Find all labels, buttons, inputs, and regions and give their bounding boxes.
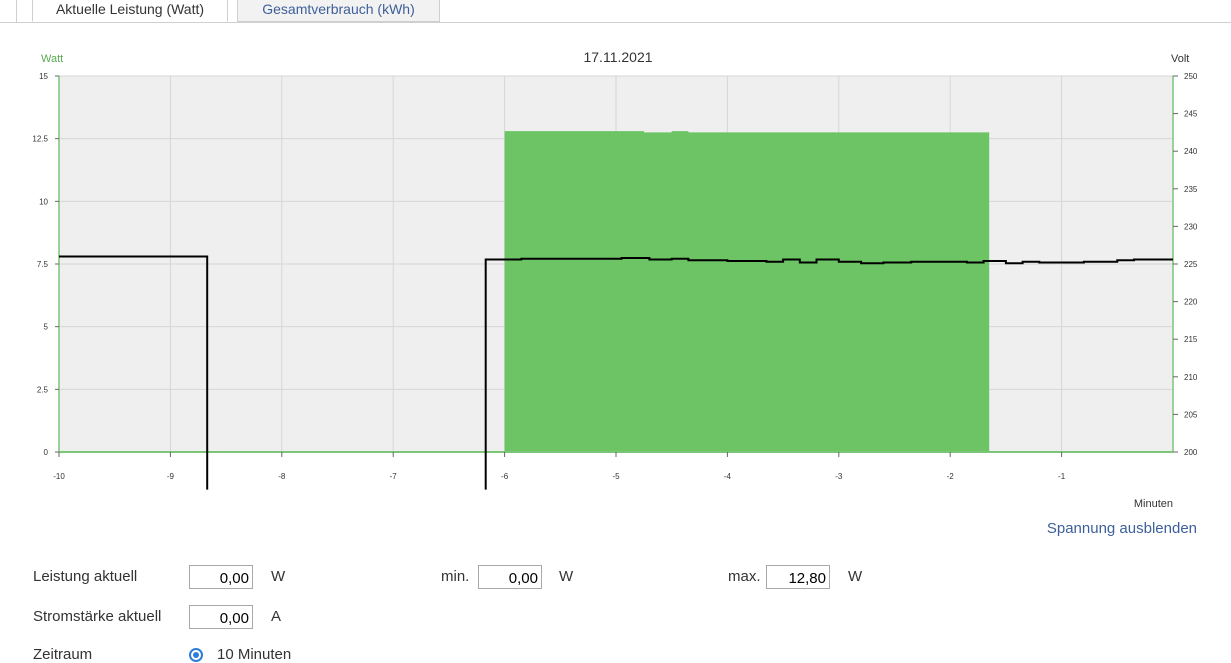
x-axis-tick-label: -9 [167, 472, 175, 481]
left-axis-tick-label: 15 [39, 72, 48, 81]
power-current-field[interactable] [189, 565, 253, 589]
right-axis-tick-label: 215 [1184, 335, 1198, 344]
left-axis-tick-label: 12.5 [32, 135, 48, 144]
right-axis-tick-label: 245 [1184, 110, 1198, 119]
x-axis-tick-label: -7 [390, 472, 398, 481]
left-axis-tick-label: 2.5 [37, 385, 49, 394]
right-axis-tick-label: 210 [1184, 373, 1198, 382]
x-axis-tick-label: -8 [278, 472, 286, 481]
left-axis-label: Watt [41, 53, 63, 65]
current-label: Stromstärke aktuell [33, 608, 162, 625]
power-current-label: Leistung aktuell [33, 568, 138, 585]
x-axis-tick-label: -6 [501, 472, 509, 481]
power-voltage-chart: 0 2.5 5 7.5 10 12.5 15 200 205 210 215 220 225 230 235… [32, 49, 1198, 510]
chart-title: 17.11.2021 [583, 49, 652, 65]
left-axis-tick-label: 0 [44, 448, 49, 457]
period-10min-label: 10 Minuten [217, 646, 292, 663]
right-axis-tick-label: 205 [1184, 410, 1198, 419]
right-axis-tick-label: 235 [1184, 185, 1198, 194]
right-axis-tick-label: 230 [1184, 222, 1198, 231]
power-max-unit: W [848, 568, 863, 585]
right-axis-label: Volt [1171, 53, 1189, 65]
x-axis-tick-label: -10 [53, 472, 65, 481]
x-axis-tick-label: -2 [947, 472, 955, 481]
power-min-unit: W [559, 568, 574, 585]
right-axis-tick-label: 250 [1184, 72, 1198, 81]
tab-bar-stub [0, 0, 17, 22]
current-unit: A [271, 608, 282, 625]
right-axis-tick-label: 220 [1184, 298, 1198, 307]
tab-current-power[interactable]: Aktuelle Leistung (Watt) [32, 0, 228, 22]
x-axis-tick-label: -4 [724, 472, 732, 481]
power-max-field[interactable] [766, 565, 830, 589]
right-axis-tick-label: 240 [1184, 147, 1198, 156]
power-max-label: max. [728, 568, 761, 585]
x-axis-label: Minuten [1134, 498, 1173, 510]
left-axis-tick-label: 5 [44, 323, 49, 332]
right-axis-tick-label: 225 [1184, 260, 1198, 269]
hide-voltage-link[interactable]: Spannung ausblenden [1047, 520, 1197, 537]
x-axis-tick-label: -1 [1058, 472, 1066, 481]
period-10min-radio[interactable] [189, 648, 203, 662]
left-axis-tick-label: 7.5 [37, 260, 49, 269]
x-axis-tick-label: -5 [612, 472, 620, 481]
period-label: Zeitraum [33, 646, 93, 663]
right-axis-tick-label: 200 [1184, 448, 1198, 457]
tab-total-consumption[interactable]: Gesamtverbrauch (kWh) [237, 0, 440, 22]
current-field[interactable] [189, 605, 253, 629]
x-axis-tick-label: -3 [835, 472, 843, 481]
power-min-field[interactable] [478, 565, 542, 589]
left-axis-tick-label: 10 [39, 197, 48, 206]
tab-bar: Aktuelle Leistung (Watt) Gesamtverbrauch… [0, 0, 1231, 23]
power-min-label: min. [441, 568, 470, 585]
power-current-unit: W [271, 568, 286, 585]
